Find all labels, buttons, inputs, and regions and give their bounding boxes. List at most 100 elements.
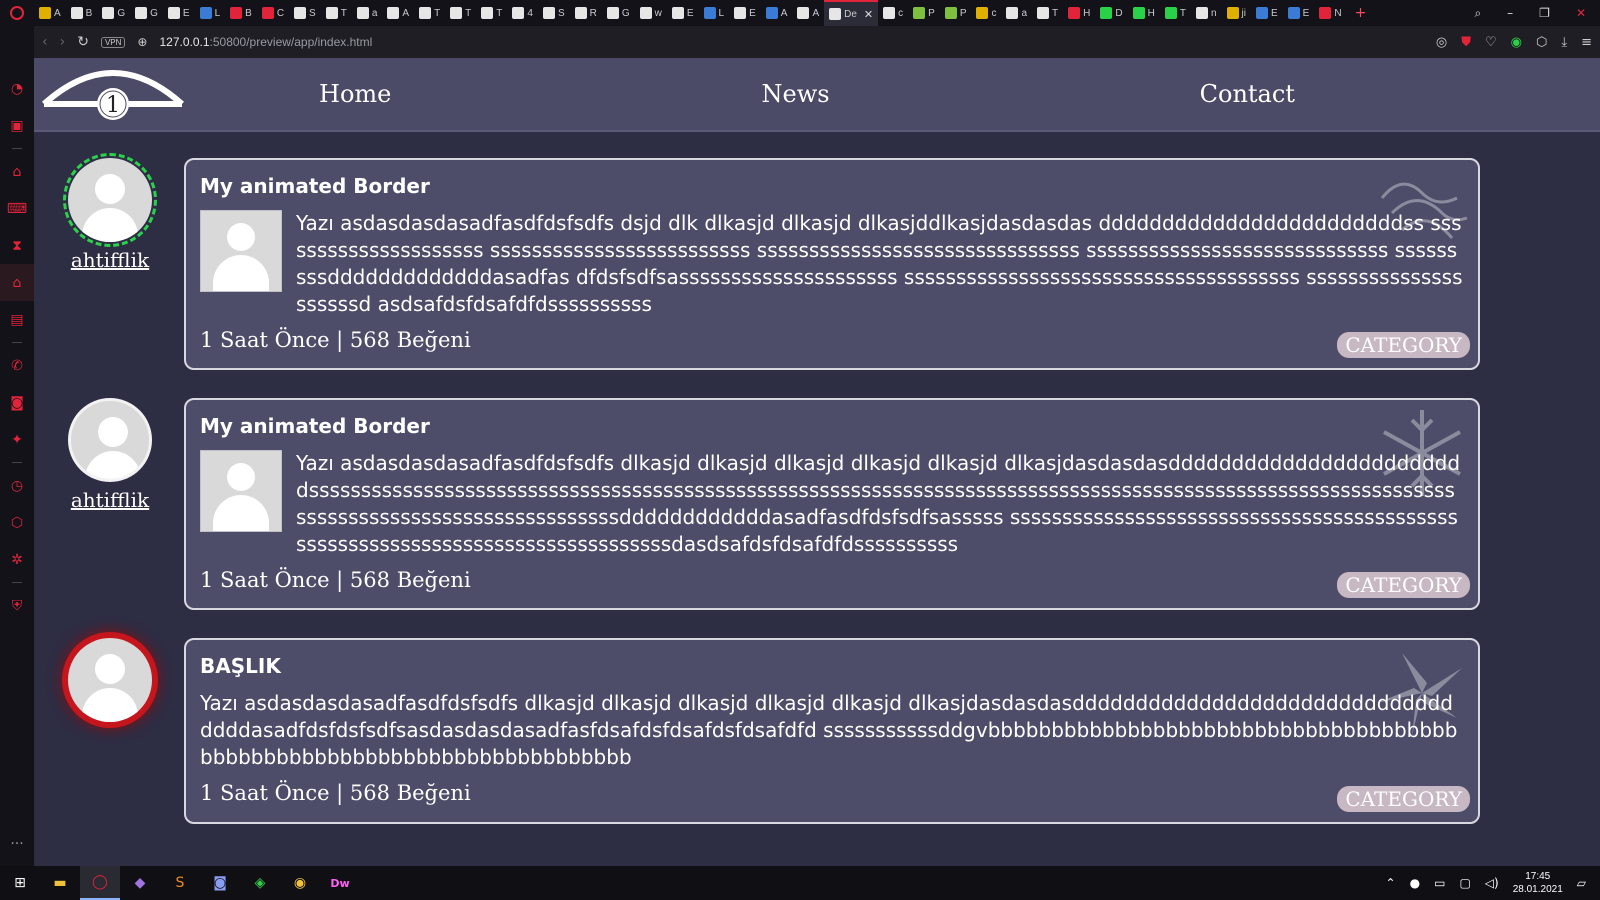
windows-start-icon[interactable]: ⊞: [0, 866, 40, 900]
notifications-icon[interactable]: ▱: [1577, 876, 1586, 890]
browser-tab[interactable]: n: [1191, 0, 1222, 26]
browser-tab[interactable]: G: [602, 0, 635, 26]
more-icon[interactable]: ···: [10, 836, 23, 852]
box-icon[interactable]: ⬡: [0, 504, 34, 541]
nav-link-news[interactable]: News: [761, 80, 829, 108]
browser-tab[interactable]: E: [163, 0, 195, 26]
browser-tab[interactable]: E: [729, 0, 761, 26]
opera-taskbar-icon[interactable]: ◯: [80, 866, 120, 900]
nav-link-contact[interactable]: Contact: [1200, 80, 1295, 108]
browser-tab[interactable]: S: [538, 0, 570, 26]
browser-tab[interactable]: G: [97, 0, 130, 26]
username-link[interactable]: ahtifflik: [64, 248, 156, 272]
site-logo[interactable]: 1: [40, 62, 186, 122]
extension-badge-icon[interactable]: ⛨: [0, 587, 34, 624]
network-icon[interactable]: ▢: [1459, 876, 1470, 890]
microphone-icon[interactable]: ●: [1410, 876, 1420, 890]
browser-tab[interactable]: a: [352, 0, 383, 26]
reload-button[interactable]: ↻: [77, 34, 89, 50]
easy-setup-icon[interactable]: ≡: [1581, 35, 1592, 50]
browser-tab[interactable]: T: [1160, 0, 1191, 26]
visual-studio-icon[interactable]: ◆: [120, 866, 160, 900]
browser-tab-active[interactable]: De ✕: [824, 0, 879, 26]
maximize-button[interactable]: ❐: [1539, 6, 1550, 20]
history-icon[interactable]: ◷: [0, 467, 34, 504]
browser-tab[interactable]: D: [1095, 0, 1127, 26]
avatar[interactable]: [68, 638, 152, 722]
browser-tab[interactable]: A: [761, 0, 793, 26]
browser-tab[interactable]: P: [940, 0, 972, 26]
browser-tab[interactable]: E: [1251, 0, 1283, 26]
browser-tab[interactable]: c: [971, 0, 1001, 26]
category-badge[interactable]: CATEGORY: [1337, 332, 1470, 358]
browser-tab[interactable]: a: [1001, 0, 1032, 26]
snapshot-icon[interactable]: ◎: [1436, 35, 1447, 50]
avatar[interactable]: [63, 153, 157, 247]
extension-icon[interactable]: ◉: [1511, 35, 1522, 50]
browser-tab[interactable]: B: [225, 0, 257, 26]
browser-tab[interactable]: S: [289, 0, 321, 26]
discord-icon[interactable]: ◙: [200, 866, 240, 900]
avatar[interactable]: [68, 398, 152, 482]
browser-tab[interactable]: N: [1314, 0, 1346, 26]
file-explorer-icon[interactable]: ▬: [40, 866, 80, 900]
instagram-icon[interactable]: ◙: [0, 384, 34, 421]
adblock-shield-icon[interactable]: ⛊: [1461, 35, 1471, 50]
download-icon[interactable]: ⤓: [1561, 35, 1567, 50]
new-tab-button[interactable]: +: [1347, 5, 1375, 21]
browser-tab[interactable]: E: [667, 0, 699, 26]
notes-icon[interactable]: ▤: [0, 301, 34, 338]
vpn-badge[interactable]: VPN: [100, 36, 126, 48]
category-badge[interactable]: CATEGORY: [1337, 786, 1470, 812]
hourglass-icon[interactable]: ⧗: [0, 227, 34, 264]
browser-tab[interactable]: L: [195, 0, 226, 26]
sublime-text-icon[interactable]: S: [160, 866, 200, 900]
browser-tab[interactable]: C: [257, 0, 289, 26]
tray-expand-icon[interactable]: ⌃: [1386, 876, 1396, 890]
clock[interactable]: 17:45 28.01.2021: [1513, 870, 1563, 896]
browser-tab[interactable]: T: [321, 0, 352, 26]
forward-button[interactable]: ›: [60, 34, 66, 50]
search-tabs-icon[interactable]: ⌕: [1474, 6, 1481, 21]
browser-tab[interactable]: w: [635, 0, 667, 26]
workspace-icon[interactable]: ▣: [0, 107, 34, 144]
browser-tab[interactable]: c: [878, 0, 908, 26]
gpu-tool-icon[interactable]: ◈: [240, 866, 280, 900]
browser-tab[interactable]: R: [570, 0, 602, 26]
browser-tab[interactable]: T: [1032, 0, 1063, 26]
browser-tab[interactable]: B: [66, 0, 98, 26]
dreamweaver-icon[interactable]: Dw: [320, 866, 360, 900]
browser-tab[interactable]: L: [699, 0, 730, 26]
browser-tab[interactable]: T: [414, 0, 445, 26]
site-info-icon[interactable]: ⊕: [137, 35, 147, 49]
close-tab-icon[interactable]: ✕: [864, 8, 873, 21]
browser-tab[interactable]: E: [1283, 0, 1315, 26]
browser-tab[interactable]: A: [382, 0, 414, 26]
back-button[interactable]: ‹: [42, 34, 48, 50]
minimize-button[interactable]: –: [1507, 6, 1513, 20]
browser-tab[interactable]: H: [1128, 0, 1160, 26]
twitter-icon[interactable]: ✦: [0, 421, 34, 458]
messenger-icon[interactable]: ✆: [0, 347, 34, 384]
battery-icon[interactable]: ▭: [1434, 876, 1445, 890]
category-badge[interactable]: CATEGORY: [1337, 572, 1470, 598]
browser-tab[interactable]: A: [34, 0, 66, 26]
browser-tab[interactable]: P: [908, 0, 940, 26]
browser-tab[interactable]: T: [445, 0, 476, 26]
home-icon[interactable]: ⌂: [0, 153, 34, 190]
browser-tab[interactable]: T: [476, 0, 507, 26]
bookmark-heart-icon[interactable]: ♡: [1485, 35, 1497, 50]
close-window-button[interactable]: ✕: [1576, 6, 1586, 20]
gx-home-icon[interactable]: ⌂: [0, 264, 34, 301]
browser-tab[interactable]: G: [130, 0, 163, 26]
username-link[interactable]: ahtifflik: [64, 488, 156, 512]
settings-icon[interactable]: ✲: [0, 541, 34, 578]
opera-menu-icon[interactable]: [0, 0, 34, 26]
browser-tab[interactable]: 4: [507, 0, 538, 26]
gamepad-icon[interactable]: ⌨: [0, 190, 34, 227]
speed-dial-icon[interactable]: ◔: [0, 70, 34, 107]
cube-icon[interactable]: ⬡: [1536, 35, 1547, 50]
nav-link-home[interactable]: Home: [319, 80, 391, 108]
url-field[interactable]: 127.0.0.1:50800/preview/app/index.html: [159, 35, 1423, 49]
browser-tab[interactable]: H: [1063, 0, 1095, 26]
